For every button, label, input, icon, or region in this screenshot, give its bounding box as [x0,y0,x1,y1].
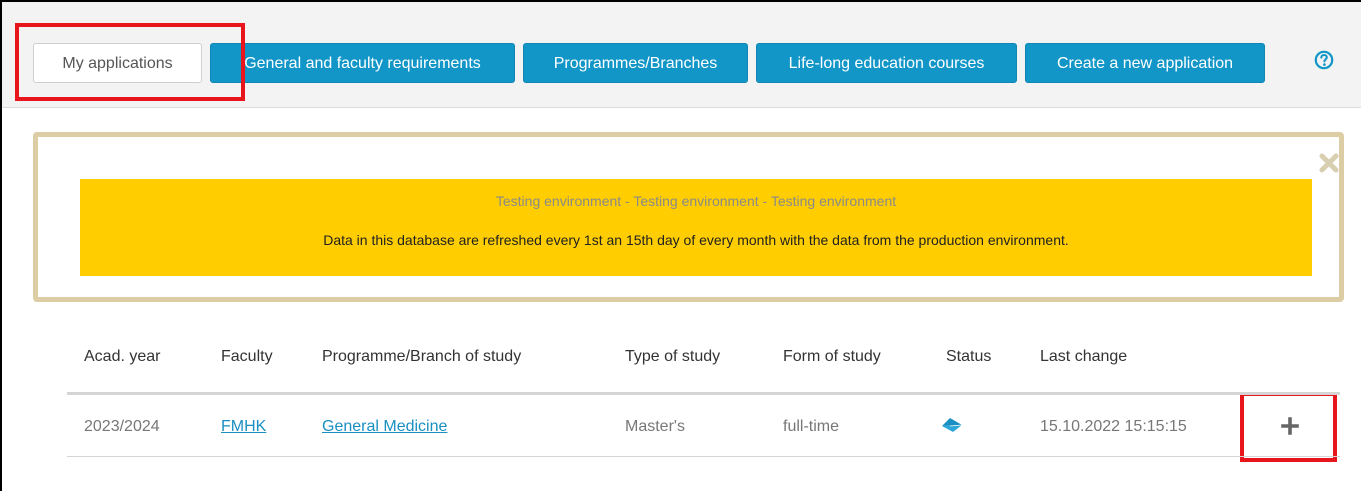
cell-last-change: 15.10.2022 15:15:15 [1040,418,1187,435]
close-icon[interactable] [1318,152,1340,174]
tab-general-and-faculty-requirements[interactable]: General and faculty requirements [210,43,515,83]
tab-create-new-application[interactable]: Create a new application [1025,43,1265,83]
faculty-link[interactable]: FMHK [221,418,266,435]
cell-type-of-study: Master's [625,418,685,435]
programme-link[interactable]: General Medicine [322,418,447,435]
cell-faculty: FMHK [221,418,266,436]
cell-programme: General Medicine [322,418,447,436]
plus-icon[interactable] [1280,416,1300,436]
tab-programmes-branches[interactable]: Programmes/Branches [523,43,748,83]
header-form-of-study: Form of study [783,348,881,365]
header-acad-year: Acad. year [84,348,161,365]
table-header-divider [67,392,1340,395]
paper-plane-icon [942,418,963,432]
header-last-change: Last change [1040,348,1128,365]
tab-life-long-education-courses[interactable]: Life-long education courses [756,43,1017,83]
header-type-of-study: Type of study [625,348,721,365]
testing-environment-banner: Testing environment - Testing environmen… [80,179,1312,276]
cell-form-of-study: full-time [783,418,840,435]
question-circle-icon[interactable] [1314,50,1334,70]
header-status: Status [946,348,992,365]
banner-line-2: Data in this database are refreshed ever… [323,232,1069,248]
tab-my-applications[interactable]: My applications [33,43,202,83]
table-row-divider [67,456,1340,457]
header-programme: Programme/Branch of study [322,348,522,365]
header-faculty: Faculty [221,348,273,365]
banner-line-1: Testing environment - Testing environmen… [495,193,897,209]
cell-acad-year: 2023/2024 [84,418,160,435]
